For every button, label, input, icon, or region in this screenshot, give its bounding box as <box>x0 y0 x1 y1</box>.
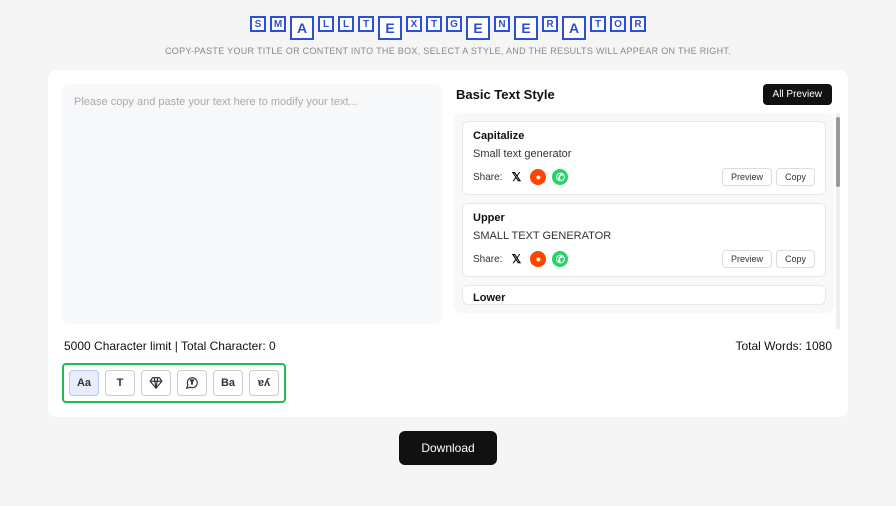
preview-button[interactable]: Preview <box>722 250 772 268</box>
logo-letter: L <box>338 16 354 32</box>
main-card: Basic Text Style All Preview Capitalize S… <box>48 70 848 417</box>
char-limit-text: 5000 Character limit | Total Character: … <box>64 339 276 353</box>
whatsapp-icon[interactable]: ✆ <box>552 251 568 267</box>
output-column: Basic Text Style All Preview Capitalize S… <box>454 84 834 329</box>
reddit-icon[interactable]: ● <box>530 169 546 185</box>
logo-letter: S <box>250 16 266 32</box>
x-icon[interactable]: 𝕏 <box>508 251 524 267</box>
style-output-text: SMALL TEXT GENERATOR <box>473 230 815 242</box>
whatsapp-icon[interactable]: ✆ <box>552 169 568 185</box>
logo-letter: R <box>542 16 558 32</box>
text-tool[interactable]: T <box>105 370 135 396</box>
subtitle: COPY-PASTE YOUR TITLE OR CONTENT INTO TH… <box>0 46 896 56</box>
logo-letter: M <box>270 16 286 32</box>
style-name: Lower <box>473 292 815 304</box>
stats-row: 5000 Character limit | Total Character: … <box>62 339 834 353</box>
logo-letter: G <box>446 16 462 32</box>
style-card: Lower <box>462 285 826 305</box>
x-icon[interactable]: 𝕏 <box>508 169 524 185</box>
bubble-tool[interactable]: T <box>177 370 207 396</box>
input-column <box>62 84 442 329</box>
copy-button[interactable]: Copy <box>776 250 815 268</box>
download-button[interactable]: Download <box>399 431 496 465</box>
svg-text:T: T <box>190 380 194 386</box>
logo-letter: A <box>562 16 586 40</box>
scrollbar[interactable] <box>836 113 840 329</box>
style-output-text: Small text generator <box>473 148 815 160</box>
page-header: SMALLTEXTGENERATOR COPY-PASTE YOUR TITLE… <box>0 16 896 56</box>
logo-letter: E <box>378 16 402 40</box>
action-buttons: PreviewCopy <box>722 250 815 268</box>
copy-button[interactable]: Copy <box>776 168 815 186</box>
flip-tool[interactable]: ɐʎ <box>249 370 279 396</box>
logo-letter: T <box>358 16 374 32</box>
style-footer: Share: 𝕏 ● ✆ PreviewCopy <box>473 250 815 268</box>
logo-letter: N <box>494 16 510 32</box>
style-card: Capitalize Small text generator Share: 𝕏 ● ✆ P… <box>462 121 826 195</box>
all-preview-button[interactable]: All Preview <box>763 84 832 105</box>
total-words-text: Total Words: 1080 <box>736 339 833 353</box>
preview-button[interactable]: Preview <box>722 168 772 186</box>
share-group: Share: 𝕏 ● ✆ <box>473 169 568 185</box>
share-label: Share: <box>473 254 502 265</box>
diamond-tool[interactable] <box>141 370 171 396</box>
logo-letter: A <box>290 16 314 40</box>
reddit-icon[interactable]: ● <box>530 251 546 267</box>
style-name: Upper <box>473 212 815 224</box>
bubble-icon: T <box>185 376 199 390</box>
style-name: Capitalize <box>473 130 815 142</box>
logo-letter: O <box>610 16 626 32</box>
logo-letter: L <box>318 16 334 32</box>
source-text-input[interactable] <box>62 84 442 324</box>
style-card: Upper SMALL TEXT GENERATOR Share: 𝕏 ● ✆ Previe… <box>462 203 826 277</box>
logo-letter: X <box>406 16 422 32</box>
action-buttons: PreviewCopy <box>722 168 815 186</box>
logo-letter: T <box>590 16 606 32</box>
diamond-icon <box>149 376 163 390</box>
share-label: Share: <box>473 172 502 183</box>
case-tool[interactable]: Aa <box>69 370 99 396</box>
logo-letter: E <box>466 16 490 40</box>
logo-letter: E <box>514 16 538 40</box>
style-toolbar: AaTTBaɐʎ <box>62 363 286 403</box>
output-title: Basic Text Style <box>456 87 555 102</box>
share-group: Share: 𝕏 ● ✆ <box>473 251 568 267</box>
styles-list[interactable]: Capitalize Small text generator Share: 𝕏 ● ✆ P… <box>454 113 834 313</box>
style-footer: Share: 𝕏 ● ✆ PreviewCopy <box>473 168 815 186</box>
logo-letter: R <box>630 16 646 32</box>
logo-letter: T <box>426 16 442 32</box>
scrollbar-thumb[interactable] <box>836 117 840 187</box>
logo: SMALLTEXTGENERATOR <box>0 16 896 40</box>
bold-tool[interactable]: Ba <box>213 370 243 396</box>
